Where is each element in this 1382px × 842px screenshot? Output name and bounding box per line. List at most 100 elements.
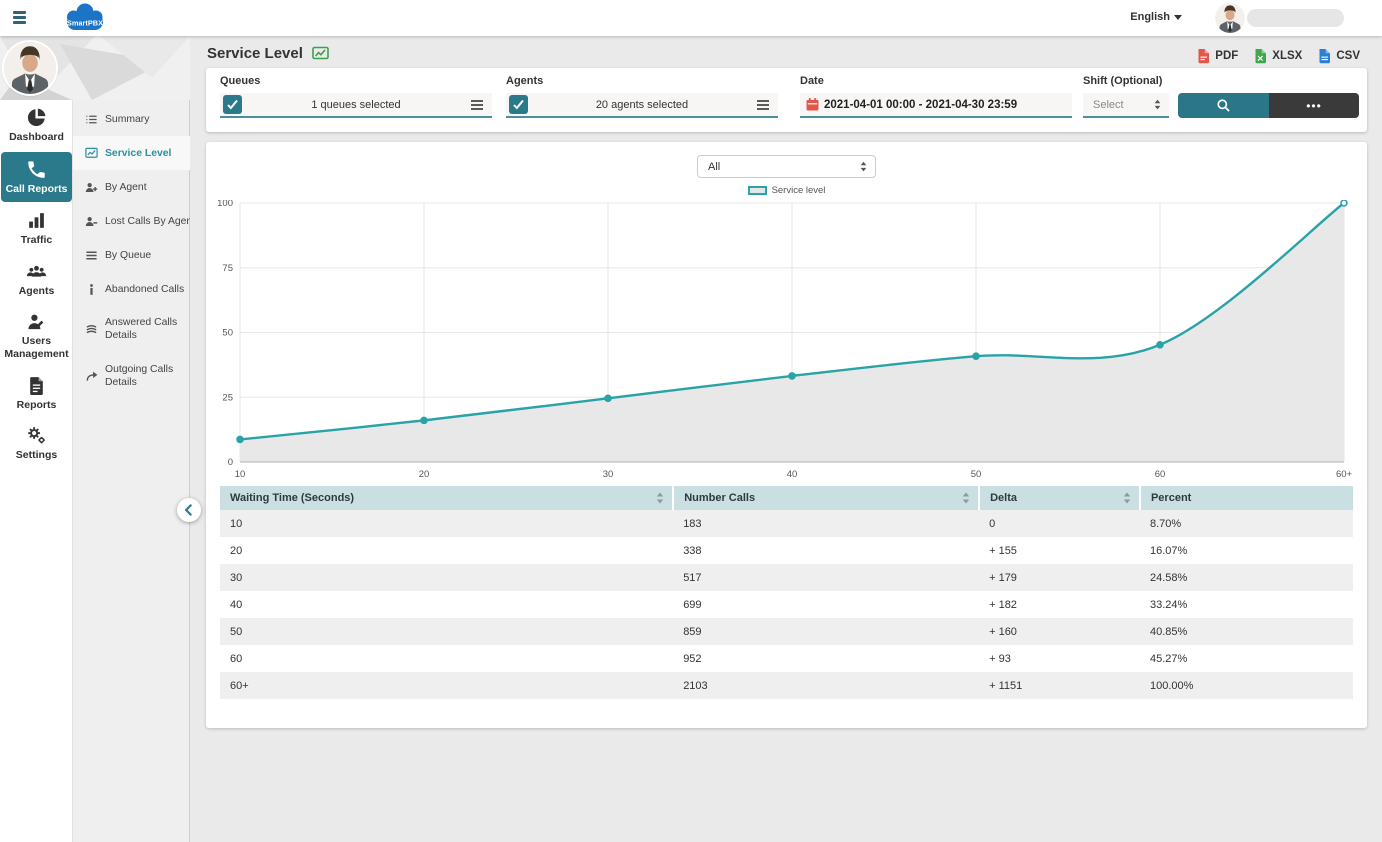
menu-lines-icon[interactable] [756, 99, 770, 111]
table-cell: 183 [673, 510, 979, 537]
data-point [789, 373, 795, 379]
table-row[interactable]: 40699+ 18233.24% [220, 591, 1353, 618]
search-button[interactable] [1178, 93, 1269, 118]
queues-label: Queues [220, 75, 260, 87]
table-row[interactable]: 30517+ 17924.58% [220, 564, 1353, 591]
column-header-number-calls[interactable]: Number Calls [673, 486, 979, 510]
submenu-item-answered-calls-details[interactable]: Answered Calls Details [73, 306, 190, 353]
data-point [1157, 342, 1163, 348]
sort-icon[interactable] [1123, 492, 1131, 504]
column-header-delta[interactable]: Delta [979, 486, 1140, 510]
svg-text:75: 75 [222, 263, 233, 274]
sidebar-item-label: Users Management [2, 335, 71, 360]
shift-select[interactable]: Select [1083, 93, 1169, 118]
agents-checkbox[interactable] [509, 95, 528, 114]
svg-text:10: 10 [235, 469, 246, 480]
app-window: SmartPBX English Dashboard [0, 0, 1382, 842]
sidebar-item-dashboard[interactable]: Dashboard [0, 100, 73, 151]
group-filter-select[interactable]: All [697, 155, 876, 178]
sidebar-item-call-reports[interactable]: Call Reports [1, 152, 72, 203]
table-cell: + 1151 [979, 672, 1140, 699]
sidebar-item-users-management[interactable]: Users Management [0, 304, 73, 367]
table-cell: 60 [220, 645, 673, 672]
bar-chart-icon [26, 210, 47, 231]
sidebar-item-label: Reports [17, 399, 57, 412]
submenu-item-service-level[interactable]: Service Level [73, 136, 190, 170]
menu-lines-icon[interactable] [470, 99, 484, 111]
table-row[interactable]: 50859+ 16040.85% [220, 618, 1353, 645]
export-pdf-button[interactable]: PDF [1197, 48, 1238, 64]
export-csv-button[interactable]: CSV [1318, 48, 1360, 64]
svg-text:100: 100 [217, 200, 233, 209]
filter-actions: ••• [1178, 93, 1359, 118]
column-header-waiting-time[interactable]: Waiting Time (Seconds) [220, 486, 673, 510]
submenu-item-label: By Queue [105, 250, 151, 261]
profile-avatar[interactable] [4, 42, 56, 94]
sidebar-item-reports[interactable]: Reports [0, 368, 73, 419]
table-row[interactable]: 1018308.70% [220, 510, 1353, 537]
sidebar-item-label: Call Reports [6, 183, 68, 196]
table-cell: 60+ [220, 672, 673, 699]
filters-card: Queues Agents Date Shift (Optional) 1 qu… [206, 68, 1367, 132]
submenu-item-label: By Agent [105, 182, 147, 193]
phone-icon [26, 159, 47, 180]
submenu-item-by-agent[interactable]: By Agent [73, 170, 190, 204]
ellipsis-icon: ••• [1306, 99, 1322, 113]
queues-select[interactable]: 1 queues selected [220, 93, 492, 118]
data-point [973, 353, 979, 359]
left-panel: Dashboard Call Reports Traffic [0, 36, 190, 842]
table-row[interactable]: 20338+ 15516.07% [220, 537, 1353, 564]
table-cell: 859 [673, 618, 979, 645]
sort-icon[interactable] [962, 492, 970, 504]
table-body: 1018308.70%20338+ 15516.07%30517+ 17924.… [220, 510, 1353, 699]
more-options-button[interactable]: ••• [1269, 93, 1359, 118]
service-level-chart[interactable]: 025507510010203040506060+ [206, 200, 1367, 492]
export-pdf-label: PDF [1215, 50, 1238, 62]
user-edit-icon [26, 311, 47, 332]
submenu-item-lost-calls-by-agent[interactable]: Lost Calls By Agent [73, 204, 190, 238]
table-cell: 50 [220, 618, 673, 645]
sidebar-item-settings[interactable]: Settings [0, 418, 73, 469]
sidebar-item-label: Agents [19, 285, 55, 298]
data-point [605, 395, 611, 401]
pie-chart-icon [26, 107, 47, 128]
report-card: All Service level 0255075100102030405060… [206, 142, 1367, 728]
table-cell: + 155 [979, 537, 1140, 564]
shift-label: Shift (Optional) [1083, 75, 1162, 87]
sidebar-item-traffic[interactable]: Traffic [0, 203, 73, 254]
svg-text:0: 0 [228, 457, 233, 468]
shift-placeholder: Select [1093, 99, 1124, 111]
layers-icon [85, 323, 98, 336]
info-icon [85, 283, 98, 296]
agents-label: Agents [506, 75, 543, 87]
submenu-item-label: Summary [105, 114, 149, 125]
column-header-percent[interactable]: Percent [1140, 486, 1353, 510]
submenu-item-outgoing-calls-details[interactable]: Outgoing Calls Details [73, 353, 190, 400]
export-xlsx-button[interactable]: XLSX [1254, 48, 1302, 64]
chart-legend: Service level [206, 185, 1367, 196]
collapse-sidebar-button[interactable] [177, 498, 201, 522]
language-selector[interactable]: English [1130, 11, 1182, 23]
brand-logo[interactable]: SmartPBX [60, 1, 110, 35]
menu-toggle-icon[interactable] [13, 11, 26, 24]
agents-select[interactable]: 20 agents selected [506, 93, 778, 118]
submenu-item-summary[interactable]: Summary [73, 102, 190, 136]
table-cell: 30 [220, 564, 673, 591]
table-cell: 517 [673, 564, 979, 591]
queues-checkbox[interactable] [223, 95, 242, 114]
table-cell: + 182 [979, 591, 1140, 618]
gears-icon [26, 425, 47, 446]
check-icon [225, 97, 240, 112]
svg-text:30: 30 [603, 469, 614, 480]
export-toolbar: PDF XLSX CSV [1197, 48, 1360, 64]
sort-icon[interactable] [656, 492, 664, 504]
table-cell: 20 [220, 537, 673, 564]
sidebar-item-agents[interactable]: Agents [0, 254, 73, 305]
updown-arrows-icon [1154, 99, 1161, 110]
date-range-input[interactable]: 2021-04-01 00:00 - 2021-04-30 23:59 [800, 93, 1072, 118]
submenu-item-by-queue[interactable]: By Queue [73, 238, 190, 272]
table-row[interactable]: 60+2103+ 1151100.00% [220, 672, 1353, 699]
submenu-item-abandoned-calls[interactable]: Abandoned Calls [73, 272, 190, 306]
table-row[interactable]: 60952+ 9345.27% [220, 645, 1353, 672]
user-avatar[interactable] [1215, 3, 1245, 33]
